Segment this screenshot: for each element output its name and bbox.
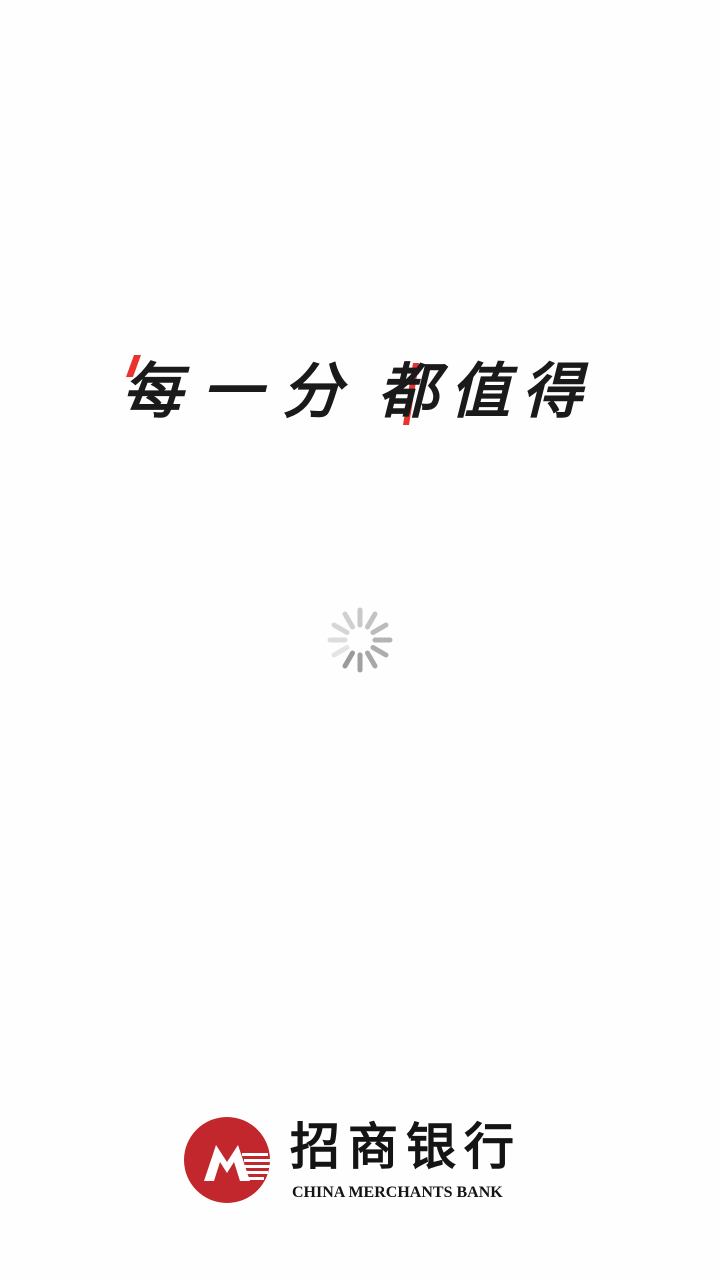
slogan-text-part1: 每一分 — [122, 357, 362, 425]
spinner-spoke — [370, 645, 389, 658]
spinner-spoke — [365, 650, 378, 669]
brand-name-english: CHINA MERCHANTS BANK — [292, 1184, 503, 1201]
splash-slogan: 每一分 都值得 — [0, 345, 720, 425]
spinner-spoke — [331, 622, 350, 635]
cmb-logo-icon — [184, 1117, 270, 1203]
spinner-spoke — [342, 611, 355, 630]
spinner-spoke — [370, 622, 389, 635]
spinner-spoke — [365, 611, 378, 630]
spinner-spoke — [331, 645, 350, 658]
spinner-spoke — [342, 650, 355, 669]
slogan-text-part2: 都值得 — [378, 357, 594, 425]
brand-name-chinese: 招商银行 — [290, 1117, 522, 1176]
loading-spinner-icon — [327, 607, 393, 673]
brand-footer: 招商银行 CHINA MERCHANTS BANK — [182, 1112, 542, 1208]
